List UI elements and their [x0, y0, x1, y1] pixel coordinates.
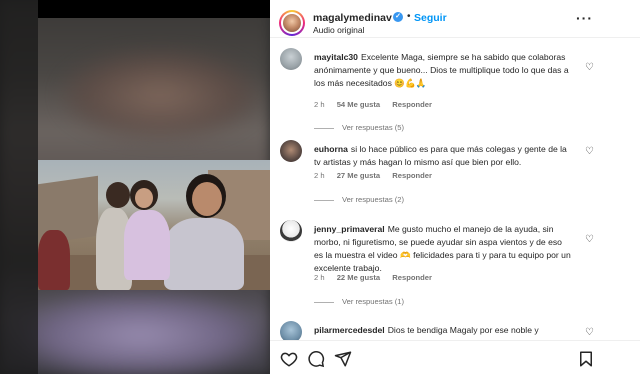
heart-icon[interactable]: [280, 350, 298, 368]
like-comment-heart-icon[interactable]: ♡: [585, 235, 595, 245]
comment-time: 2 h: [314, 171, 325, 180]
avatar-image: [283, 14, 301, 32]
replies-line: [314, 199, 334, 201]
left-shadow: [0, 0, 38, 374]
post-header: magalymedinav ✓ • Seguir Audio original …: [270, 0, 640, 38]
like-comment-heart-icon[interactable]: ♡: [585, 147, 595, 157]
post-username[interactable]: magalymedinav: [313, 12, 392, 24]
video-frame[interactable]: [38, 160, 270, 290]
action-bar: [270, 340, 640, 374]
commenter-avatar[interactable]: [280, 321, 302, 340]
view-replies[interactable]: Ver respuestas (5): [314, 123, 404, 132]
audio-label[interactable]: Audio original: [313, 25, 365, 35]
commenter-avatar[interactable]: [280, 140, 302, 162]
comment-likes[interactable]: 22 Me gusta: [337, 273, 380, 282]
comment-meta: 2 h 27 Me gusta Responder: [314, 171, 442, 180]
follow-button[interactable]: Seguir: [414, 12, 447, 24]
reply-button[interactable]: Responder: [392, 273, 432, 282]
comment-likes[interactable]: 54 Me gusta: [337, 100, 380, 109]
child-body: [124, 210, 170, 280]
avatar[interactable]: [279, 10, 305, 36]
replies-line: [314, 127, 334, 129]
comment-icon[interactable]: [307, 350, 325, 368]
woman-face: [192, 182, 222, 216]
like-comment-heart-icon[interactable]: ♡: [585, 63, 595, 73]
more-options-icon[interactable]: ···: [576, 10, 593, 26]
post-panel: magalymedinav ✓ • Seguir Audio original …: [270, 0, 640, 374]
comment-time: 2 h: [314, 100, 325, 109]
view-replies-label: Ver respuestas (1): [342, 297, 405, 306]
replies-line: [314, 301, 334, 303]
comment-username[interactable]: pilarmercedesdel: [314, 325, 385, 335]
view-replies-label: Ver respuestas (5): [342, 123, 405, 132]
verified-badge-icon: ✓: [393, 12, 403, 22]
child-face: [135, 188, 153, 208]
reply-button[interactable]: Responder: [392, 100, 432, 109]
comment-username[interactable]: mayitalc30: [314, 52, 358, 62]
view-replies[interactable]: Ver respuestas (1): [314, 297, 404, 306]
commenter-avatar[interactable]: [280, 48, 302, 70]
comments-list[interactable]: mayitalc30 Excelente Maga, siempre se ha …: [270, 40, 640, 340]
comment-text: Dios te bendiga Magaly por ese noble y: [387, 325, 539, 335]
instagram-post-viewer: magalymedinav ✓ • Seguir Audio original …: [0, 0, 640, 374]
view-replies-label: Ver respuestas (2): [342, 195, 405, 204]
blurred-bottom-background: [20, 295, 260, 374]
woman-body: [164, 218, 244, 290]
reply-button[interactable]: Responder: [392, 171, 432, 180]
comment-meta: 2 h 22 Me gusta Responder: [314, 273, 442, 282]
commenter-avatar[interactable]: [280, 220, 302, 242]
comment-username[interactable]: euhorna: [314, 144, 348, 154]
comment-username[interactable]: jenny_primaveral: [314, 224, 385, 234]
top-letterbox: [38, 0, 270, 18]
view-replies[interactable]: Ver respuestas (2): [314, 195, 404, 204]
separator-dot: •: [407, 11, 411, 22]
girl-head: [106, 182, 130, 208]
like-comment-heart-icon[interactable]: ♡: [585, 328, 595, 338]
share-icon[interactable]: [334, 350, 352, 368]
video-area[interactable]: [0, 0, 270, 374]
comment-meta: 2 h 54 Me gusta Responder: [314, 100, 442, 109]
comment-time: 2 h: [314, 273, 325, 282]
blurred-face-background: [60, 50, 260, 140]
bookmark-icon[interactable]: [577, 350, 595, 368]
comment-text: si lo hace público es para que más coleg…: [314, 144, 567, 167]
comment-likes[interactable]: 27 Me gusta: [337, 171, 380, 180]
person-left: [38, 230, 70, 290]
